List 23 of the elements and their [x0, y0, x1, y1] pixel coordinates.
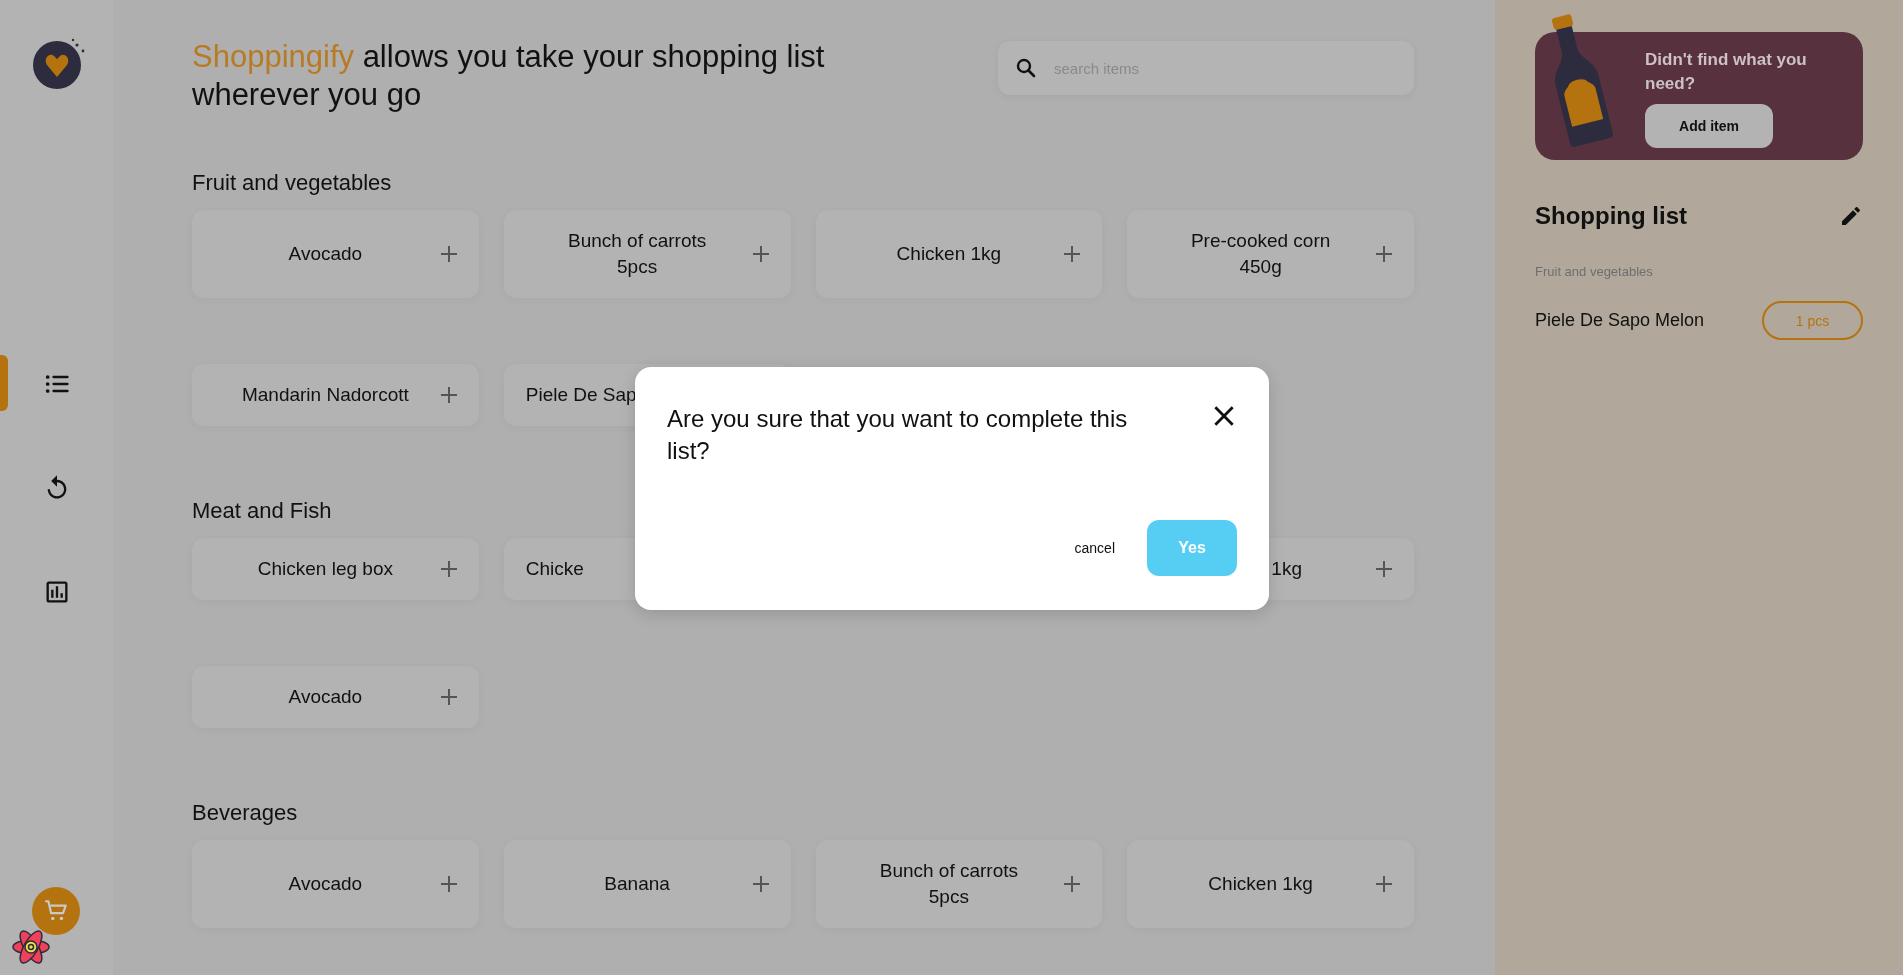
- item-name: Avocado: [287, 685, 364, 709]
- banner-text: Didn't find what you need?: [1645, 49, 1808, 95]
- dialog-question: Are you sure that you want to complete this list?: [667, 404, 1129, 466]
- item-name: Bunch of carrots 5pcs: [566, 229, 708, 279]
- item-name: Banana: [603, 872, 671, 896]
- item-name: Bunch of carrots 5pcs: [878, 859, 1020, 909]
- item-name: Chicken leg box: [256, 557, 394, 581]
- item-name: Chicken 1kg: [1207, 872, 1314, 896]
- item-name: Mandarin Nadorcott: [240, 383, 410, 407]
- list-item-name: Piele De Sapo Melon: [1535, 310, 1705, 331]
- category-heading: Fruit and vegetables: [192, 170, 393, 196]
- item-name: Avocado: [287, 872, 364, 896]
- list-title: Shopping list: [1535, 202, 1687, 230]
- item-name: Chicke: [524, 557, 584, 581]
- item-name: Avocado: [287, 242, 364, 266]
- item-name: Pre-cooked corn 450g: [1189, 229, 1332, 279]
- page-title: Shoppingify allows you take your shopping list wherever you go: [192, 38, 826, 114]
- item-name: 1kg: [1271, 557, 1303, 581]
- category-heading: Meat and Fish: [192, 498, 333, 524]
- category-heading: Beverages: [192, 800, 299, 826]
- item-name: Chicken 1kg: [895, 242, 1003, 266]
- list-category: Fruit and vegetables: [1535, 264, 1654, 279]
- item-name: Piele De Sap: [524, 383, 637, 407]
